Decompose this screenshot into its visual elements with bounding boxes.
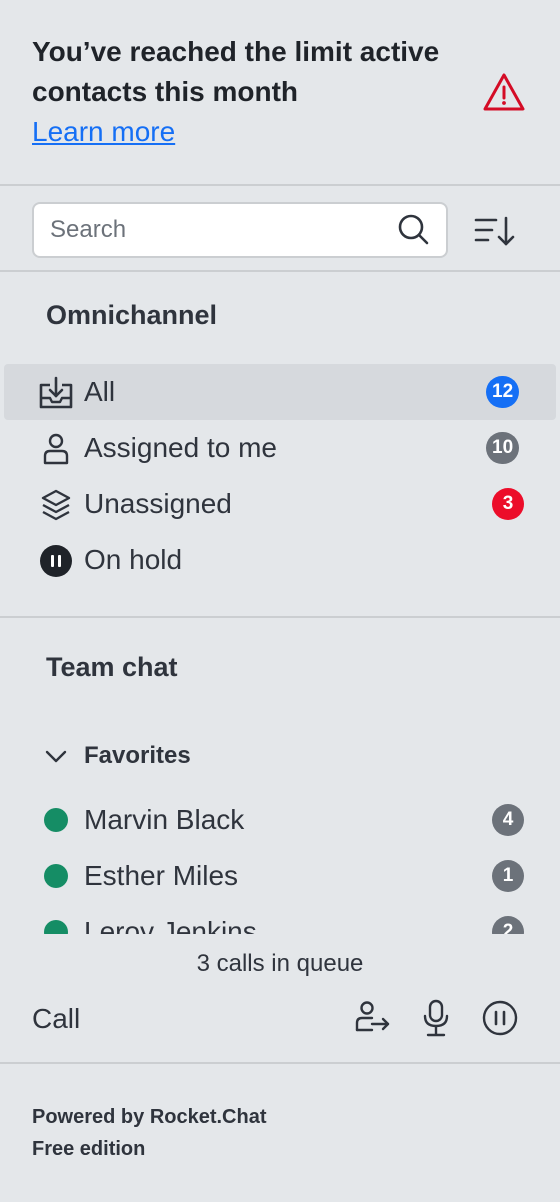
search-box[interactable] — [32, 202, 448, 258]
contact-name: Marvin Black — [84, 804, 245, 835]
chevron-down-icon — [45, 750, 67, 763]
contact-name: Leroy Jenkins — [84, 916, 257, 934]
sort-button[interactable] — [470, 210, 518, 254]
unread-badge: 12 — [486, 376, 520, 408]
unread-badge: 3 — [492, 488, 524, 520]
pause-icon — [40, 545, 72, 577]
sidebar-item-unassigned[interactable]: Unassigned 3 — [4, 476, 556, 532]
sidebar-item-on-hold[interactable]: On hold — [4, 532, 556, 588]
favorites-label: Favorites — [84, 742, 191, 769]
layers-icon — [41, 489, 71, 521]
contact-name: Esther Miles — [84, 860, 239, 891]
search-icon[interactable] — [396, 212, 432, 248]
sidebar-item-label: Assigned to me — [84, 432, 277, 463]
microphone-icon — [423, 999, 449, 1037]
sidebar-item-label: On hold — [84, 544, 183, 575]
search-input[interactable] — [50, 204, 380, 256]
sidebar-item-label: All — [84, 376, 116, 407]
call-queue-status: 3 calls in queue — [196, 950, 364, 977]
contacts-list: Marvin Black 4 Esther Miles 1 Leroy Jenk… — [0, 792, 560, 934]
user-icon — [43, 433, 69, 465]
call-label: Call — [32, 1003, 81, 1034]
contact-item[interactable]: Leroy Jenkins 2 — [4, 904, 556, 934]
online-status-icon — [44, 808, 68, 832]
warning-icon — [483, 73, 525, 111]
learn-more-link[interactable]: Learn more — [32, 114, 175, 150]
unread-badge: 1 — [492, 860, 524, 892]
sort-icon — [474, 216, 515, 246]
sidebar-item-assigned-to-me[interactable]: Assigned to me 10 — [4, 420, 556, 476]
omnichannel-title: Omnichannel — [46, 300, 218, 330]
contact-item[interactable]: Marvin Black 4 — [4, 792, 556, 848]
hold-call-button[interactable] — [480, 998, 520, 1038]
divider — [0, 1062, 560, 1064]
transfer-icon — [355, 1001, 390, 1032]
inbox-icon — [39, 376, 73, 409]
unread-badge: 2 — [492, 916, 524, 934]
banner-title: You’ve reached the limit active contacts… — [32, 36, 440, 107]
divider — [0, 270, 560, 272]
online-status-icon — [44, 920, 68, 934]
unread-badge: 4 — [492, 804, 524, 836]
favorites-toggle[interactable]: Favorites — [40, 728, 520, 784]
limit-warning-banner: You’ve reached the limit active contacts… — [0, 0, 560, 185]
online-status-icon — [44, 864, 68, 888]
powered-by-text: Powered by Rocket.Chat — [32, 1106, 267, 1128]
transfer-call-button[interactable] — [352, 998, 392, 1038]
divider — [0, 184, 560, 186]
unread-badge: 10 — [486, 432, 520, 464]
team-chat-title: Team chat — [46, 652, 178, 682]
edition-text: Free edition — [32, 1138, 146, 1160]
pause-icon — [482, 1000, 518, 1036]
divider — [0, 616, 560, 618]
sidebar-item-label: Unassigned — [84, 488, 232, 519]
contact-item[interactable]: Esther Miles 1 — [4, 848, 556, 904]
sidebar-item-all[interactable]: All 12 — [4, 364, 556, 420]
mute-button[interactable] — [416, 998, 456, 1038]
